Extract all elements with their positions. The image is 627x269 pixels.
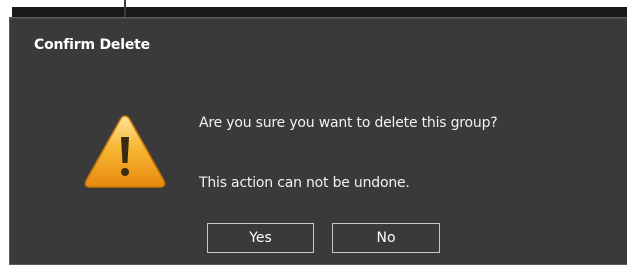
yes-button[interactable]: Yes — [207, 223, 314, 253]
background-divider — [124, 0, 126, 18]
warning-icon — [84, 115, 166, 188]
no-button[interactable]: No — [332, 223, 440, 253]
confirm-message: Are you sure you want to delete this gro… — [199, 115, 498, 131]
dialog-title: Confirm Delete — [34, 37, 150, 53]
warning-message: This action can not be undone. — [199, 175, 410, 191]
confirm-delete-dialog: Confirm Delete Are you sure you want to … — [9, 17, 627, 265]
